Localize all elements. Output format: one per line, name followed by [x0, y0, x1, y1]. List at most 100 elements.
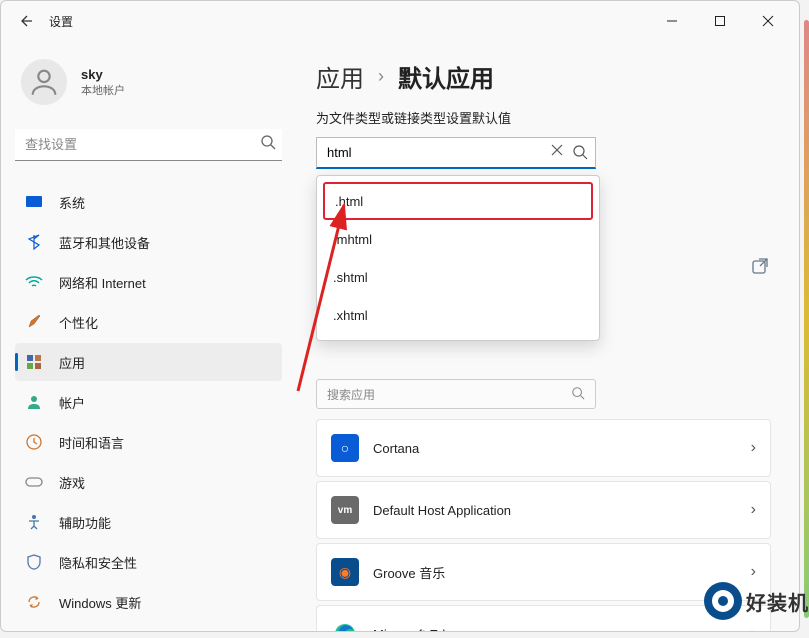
nav-accessibility[interactable]: 辅助功能: [15, 503, 282, 541]
filetype-search: [316, 137, 596, 169]
nav-label: Windows 更新: [59, 593, 141, 612]
app-row-groove[interactable]: ◉ Groove 音乐 ›: [316, 543, 771, 601]
sidebar-search: [15, 129, 282, 161]
window-controls: [657, 6, 791, 36]
default-host-icon: vm: [331, 496, 359, 524]
content-area: sky 本地帐户 系统 蓝牙和其他设备 网络和 Internet 个性化 应用 …: [1, 41, 799, 631]
app-row-cortana[interactable]: ○ Cortana ›: [316, 419, 771, 477]
sidebar-search-input[interactable]: [15, 129, 282, 161]
external-link-icon[interactable]: [751, 257, 771, 277]
wifi-icon: [25, 273, 43, 291]
search-icon[interactable]: [260, 134, 276, 155]
decorative-stripe: [804, 20, 809, 618]
chevron-right-icon: ›: [751, 625, 756, 631]
suggestion-item-mhtml[interactable]: .mhtml: [323, 220, 593, 258]
watermark-text: 好装机: [746, 587, 809, 616]
chevron-right-icon: ›: [751, 563, 756, 581]
nav-label: 游戏: [59, 473, 85, 492]
app-search-placeholder: 搜索应用: [327, 386, 375, 403]
shield-icon: [25, 553, 43, 571]
nav-label: 网络和 Internet: [59, 273, 146, 292]
nav-privacy[interactable]: 隐私和安全性: [15, 543, 282, 581]
nav-time[interactable]: 时间和语言: [15, 423, 282, 461]
edge-icon: [331, 620, 359, 631]
cortana-icon: ○: [331, 434, 359, 462]
breadcrumb: 应用 › 默认应用: [316, 59, 771, 94]
nav-label: 帐户: [59, 393, 85, 412]
nav-apps[interactable]: 应用: [15, 343, 282, 381]
app-name: Microsoft Edge: [373, 627, 460, 632]
search-icon: [571, 386, 585, 403]
clear-button[interactable]: [550, 143, 564, 162]
nav-label: 个性化: [59, 313, 98, 332]
maximize-button[interactable]: [705, 6, 735, 36]
nav-system[interactable]: 系统: [15, 183, 282, 221]
nav-label: 应用: [59, 353, 85, 372]
brush-icon: [25, 313, 43, 331]
watermark: 好装机: [704, 582, 809, 620]
avatar: [21, 59, 67, 105]
nav-update[interactable]: Windows 更新: [15, 583, 282, 621]
app-name: Default Host Application: [373, 503, 511, 518]
maximize-icon: [714, 15, 726, 27]
user-text: sky 本地帐户: [81, 67, 125, 98]
nav-personalization[interactable]: 个性化: [15, 303, 282, 341]
app-name: Cortana: [373, 441, 419, 456]
window-title: 设置: [49, 13, 73, 30]
apps-icon: [25, 353, 43, 371]
main-panel: 应用 › 默认应用 为文件类型或链接类型设置默认值 .html .mhtml .…: [296, 41, 799, 631]
close-icon: [762, 15, 774, 27]
clock-icon: [25, 433, 43, 451]
suggestion-label: .shtml: [333, 270, 368, 285]
nav-network[interactable]: 网络和 Internet: [15, 263, 282, 301]
nav-gaming[interactable]: 游戏: [15, 463, 282, 501]
apps-list: ○ Cortana › vm Default Host Application …: [316, 419, 771, 631]
back-button[interactable]: [9, 5, 41, 37]
suggestion-item-xhtml[interactable]: .xhtml: [323, 296, 593, 334]
nav-list: 系统 蓝牙和其他设备 网络和 Internet 个性化 应用 帐户 时间和语言 …: [15, 183, 282, 621]
crumb-parent[interactable]: 应用: [316, 59, 364, 94]
app-row-edge[interactable]: Microsoft Edge ›: [316, 605, 771, 631]
minimize-button[interactable]: [657, 6, 687, 36]
suggestion-label: .html: [335, 194, 363, 209]
chevron-right-icon: ›: [751, 501, 756, 519]
suggestion-item-html[interactable]: .html: [323, 182, 593, 220]
nav-label: 系统: [59, 193, 85, 212]
search-icon: [572, 144, 588, 160]
groove-icon: ◉: [331, 558, 359, 586]
update-icon: [25, 593, 43, 611]
search-button[interactable]: [572, 144, 588, 165]
nav-label: 隐私和安全性: [59, 553, 137, 572]
suggestion-label: .xhtml: [333, 308, 368, 323]
app-row-default-host[interactable]: vm Default Host Application ›: [316, 481, 771, 539]
system-icon: [25, 193, 43, 211]
app-search-input[interactable]: 搜索应用: [316, 379, 596, 409]
chevron-right-icon: ›: [751, 439, 756, 457]
suggestions-dropdown: .html .mhtml .shtml .xhtml: [316, 175, 600, 341]
bluetooth-icon: [25, 233, 43, 251]
sidebar: sky 本地帐户 系统 蓝牙和其他设备 网络和 Internet 个性化 应用 …: [1, 41, 296, 631]
clear-icon: [550, 143, 564, 157]
back-arrow-icon: [17, 13, 33, 29]
minimize-icon: [666, 15, 678, 27]
user-icon: [27, 65, 61, 99]
nav-label: 蓝牙和其他设备: [59, 233, 150, 252]
nav-accounts[interactable]: 帐户: [15, 383, 282, 421]
account-icon: [25, 393, 43, 411]
nav-bluetooth[interactable]: 蓝牙和其他设备: [15, 223, 282, 261]
settings-window: 设置 sky 本地帐户 系统 蓝牙和: [0, 0, 800, 632]
section-label: 为文件类型或链接类型设置默认值: [316, 108, 771, 127]
crumb-separator-icon: ›: [378, 66, 384, 87]
game-icon: [25, 473, 43, 491]
crumb-current: 默认应用: [398, 59, 494, 94]
accessibility-icon: [25, 513, 43, 531]
user-panel[interactable]: sky 本地帐户: [15, 51, 282, 123]
nav-label: 时间和语言: [59, 433, 124, 452]
suggestion-label: .mhtml: [333, 232, 372, 247]
close-button[interactable]: [753, 6, 783, 36]
watermark-logo-icon: [704, 582, 742, 620]
nav-label: 辅助功能: [59, 513, 111, 532]
app-name: Groove 音乐: [373, 563, 445, 582]
suggestion-item-shtml[interactable]: .shtml: [323, 258, 593, 296]
user-subtitle: 本地帐户: [81, 82, 125, 98]
